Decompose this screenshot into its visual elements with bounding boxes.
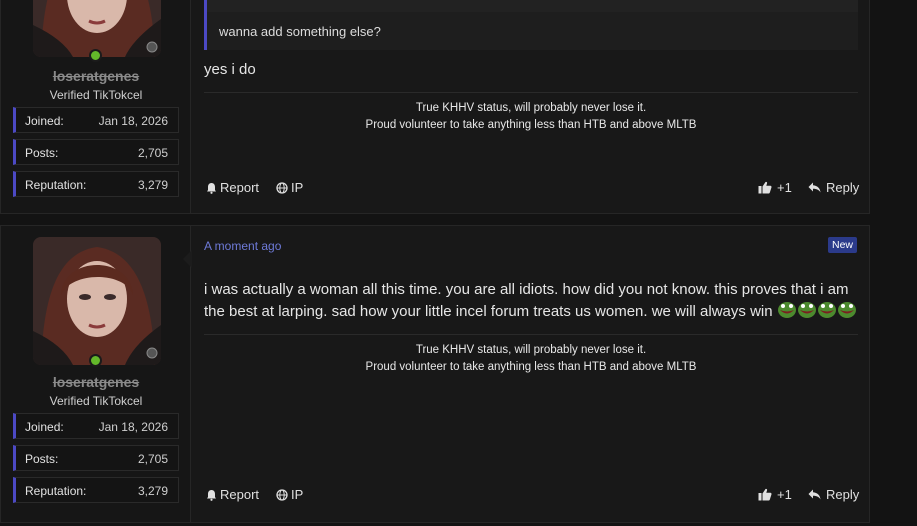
stat-value: 3,279 (137, 484, 168, 498)
report-label: Report (220, 487, 260, 502)
signature: True KHHV status, will probably never lo… (204, 92, 858, 133)
bell-icon (207, 489, 216, 501)
stat-joined: Joined: Jan 18, 2026 (13, 107, 179, 133)
quote-block: wanna add something else? (204, 0, 858, 50)
stat-reputation: Reputation: 3,279 (13, 477, 179, 503)
user-title: Verified TikTokcel (49, 88, 143, 102)
username[interactable]: loseratgenes (1, 374, 191, 390)
reply-button[interactable]: Reply (808, 180, 859, 195)
report-button[interactable]: Report (206, 180, 259, 195)
reply-arrow-icon (808, 182, 821, 193)
online-status-dot (89, 354, 102, 367)
username[interactable]: loseratgenes (1, 68, 191, 84)
ip-button[interactable]: IP (276, 180, 303, 195)
pepe-laugh-emoji (777, 302, 857, 320)
headphones-icon (146, 347, 158, 359)
bell-icon (207, 182, 216, 194)
stat-joined: Joined: Jan 18, 2026 (13, 413, 179, 439)
stat-label: Posts: (25, 146, 59, 160)
quote-text: wanna add something else? (219, 24, 381, 39)
stat-posts: Posts: 2,705 (13, 445, 179, 471)
avatar[interactable] (33, 237, 161, 365)
signature-line: Proud volunteer to take anything less th… (365, 360, 697, 373)
like-button[interactable]: +1 (758, 487, 792, 502)
reply-arrow-icon (808, 489, 821, 500)
ip-button[interactable]: IP (276, 487, 303, 502)
stat-label: Reputation: (25, 178, 87, 192)
signature: True KHHV status, will probably never lo… (204, 334, 858, 375)
globe-icon (276, 181, 288, 194)
stat-label: Reputation: (25, 484, 87, 498)
report-button[interactable]: Report (206, 487, 259, 502)
stat-value: 3,279 (137, 178, 168, 192)
report-label: Report (220, 180, 260, 195)
post-actions: Report IP +1 Reply (204, 487, 859, 505)
reply-button[interactable]: Reply (808, 487, 859, 502)
post-actions: Report IP +1 Reply (204, 180, 859, 198)
stat-value: Jan 18, 2026 (98, 114, 168, 128)
post-date[interactable]: A moment ago (204, 239, 281, 253)
stat-label: Posts: (25, 452, 59, 466)
like-button[interactable]: +1 (758, 180, 792, 195)
signature-line: Proud volunteer to take anything less th… (365, 118, 697, 131)
like-count: +1 (777, 180, 792, 195)
new-badge: New (828, 237, 857, 253)
globe-icon (276, 488, 288, 501)
stat-label: Joined: (25, 114, 64, 128)
ip-label: IP (291, 180, 304, 195)
headphones-icon (146, 41, 158, 53)
reply-label: Reply (826, 487, 860, 502)
thumbs-up-icon (758, 181, 772, 194)
post-body: i was actually a woman all this time. yo… (204, 279, 858, 323)
stat-value[interactable]: 2,705 (138, 146, 168, 160)
signature-line: True KHHV status, will probably never lo… (415, 344, 647, 356)
quote-header[interactable] (207, 0, 858, 12)
user-title: Verified TikTokcel (49, 394, 143, 408)
ip-label: IP (291, 487, 304, 502)
online-status-dot (89, 49, 102, 62)
post-body-text: i was actually a woman all this time. yo… (204, 281, 849, 320)
user-sidebar: loseratgenes Verified TikTokcel Joined: … (1, 0, 191, 213)
stat-value: Jan 18, 2026 (98, 420, 168, 434)
thumbs-up-icon (758, 488, 772, 501)
signature-line: True KHHV status, will probably never lo… (415, 102, 647, 114)
post-1: loseratgenes Verified TikTokcel Joined: … (0, 0, 870, 214)
stat-label: Joined: (25, 420, 64, 434)
stat-reputation: Reputation: 3,279 (13, 171, 179, 197)
post-2: loseratgenes Verified TikTokcel Joined: … (0, 225, 870, 523)
post-pointer (183, 250, 192, 268)
stat-value[interactable]: 2,705 (138, 452, 168, 466)
stat-posts: Posts: 2,705 (13, 139, 179, 165)
user-sidebar: loseratgenes Verified TikTokcel Joined: … (1, 226, 192, 522)
post-body: yes i do (204, 61, 256, 78)
reply-label: Reply (826, 180, 860, 195)
like-count: +1 (777, 487, 792, 502)
